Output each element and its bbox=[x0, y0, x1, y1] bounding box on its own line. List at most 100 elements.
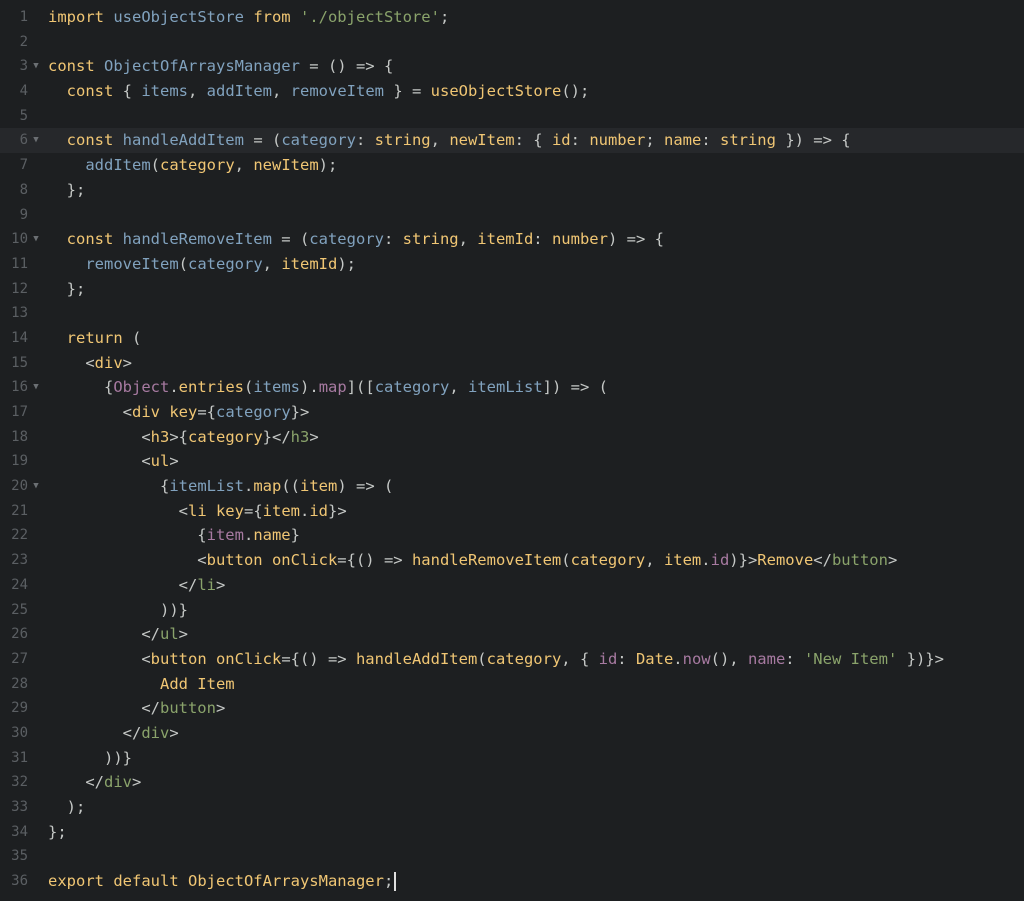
code-line[interactable]: 30 </div> bbox=[0, 721, 1024, 746]
code-line[interactable]: 24 </li> bbox=[0, 573, 1024, 598]
code-line[interactable]: 6 ▼ const handleAddItem = (category: stri… bbox=[0, 128, 1024, 154]
code-token: id bbox=[710, 551, 730, 570]
code-token: }; bbox=[48, 822, 67, 841]
fold-arrow-icon[interactable]: ▼ bbox=[31, 54, 41, 79]
code-line[interactable]: 26 </ul> bbox=[0, 622, 1024, 647]
code-token: , { bbox=[561, 649, 599, 668]
code-line[interactable]: 33 ); bbox=[0, 795, 1024, 820]
code-line[interactable]: 17 <div key={category}> bbox=[0, 400, 1024, 425]
code-line[interactable]: 16 ▼ {Object.entries(items).map]([categor… bbox=[0, 375, 1024, 400]
line-number: 35 bbox=[11, 848, 28, 865]
code-token: div key bbox=[132, 403, 198, 421]
code-token: ))} bbox=[48, 748, 132, 767]
line-text: {item.name} bbox=[48, 523, 300, 548]
code-line[interactable]: 3 ▼ const ObjectOfArraysManager = () => { bbox=[0, 54, 1024, 79]
code-token: . bbox=[243, 526, 254, 545]
code-line[interactable]: 21 <li key={item.id}> bbox=[0, 499, 1024, 524]
code-token: > bbox=[215, 575, 226, 594]
code-line[interactable]: 1 import useObjectStore from './objectSto… bbox=[0, 5, 1024, 30]
code-line[interactable]: 4 const { items, addItem, removeItem } =… bbox=[0, 79, 1024, 104]
line-number: 10 bbox=[11, 231, 28, 248]
code-line[interactable]: 32 </div> bbox=[0, 770, 1024, 795]
code-token: number bbox=[589, 131, 646, 150]
code-line[interactable]: 25 ))} bbox=[0, 598, 1024, 623]
code-area[interactable]: 1 import useObjectStore from './objectSto… bbox=[0, 5, 1024, 894]
code-line[interactable]: 19 <ul> bbox=[0, 449, 1024, 474]
line-text: {itemList.map((item) => ( bbox=[48, 474, 393, 499]
code-token: itemId bbox=[477, 230, 534, 249]
code-line[interactable]: 8 }; bbox=[0, 178, 1024, 203]
code-line[interactable]: 2 bbox=[0, 30, 1024, 55]
code-line[interactable]: 31 ))} bbox=[0, 746, 1024, 771]
line-number: 4 bbox=[19, 83, 28, 100]
line-text: </ul> bbox=[48, 622, 188, 647]
fold-arrow-icon[interactable]: ▼ bbox=[31, 128, 41, 153]
code-line[interactable]: 12 }; bbox=[0, 277, 1024, 302]
line-number: 14 bbox=[11, 329, 28, 346]
line-number: 22 bbox=[11, 527, 28, 544]
code-line[interactable]: 9 bbox=[0, 203, 1024, 228]
code-token: = ( bbox=[243, 131, 282, 150]
line-text: const ObjectOfArraysManager = () => { bbox=[48, 54, 393, 79]
code-line[interactable]: 23 <button onClick={() => handleRemoveIt… bbox=[0, 548, 1024, 573]
code-line[interactable]: 27 <button onClick={() => handleAddItem(… bbox=[0, 647, 1024, 672]
code-line[interactable]: 29 </button> bbox=[0, 696, 1024, 721]
code-token: > bbox=[169, 723, 179, 742]
line-number: 33 bbox=[11, 799, 28, 815]
code-token: , bbox=[645, 551, 664, 570]
code-line[interactable]: 14 return ( bbox=[0, 326, 1024, 351]
code-line[interactable]: 13 bbox=[0, 301, 1024, 326]
code-line[interactable]: 15 <div> bbox=[0, 351, 1024, 376]
code-line[interactable]: 35 bbox=[0, 844, 1024, 869]
code-token: h3 bbox=[150, 427, 170, 446]
code-token: }> bbox=[290, 403, 310, 421]
code-editor[interactable]: 1 import useObjectStore from './objectSto… bbox=[0, 0, 1024, 901]
code-token: , bbox=[262, 254, 282, 273]
code-token: ul bbox=[150, 452, 170, 471]
code-token: > bbox=[178, 625, 188, 644]
code-token: , bbox=[234, 156, 254, 175]
fold-arrow-icon[interactable]: ▼ bbox=[31, 375, 41, 400]
code-line[interactable]: 7 addItem(category, newItem); bbox=[0, 153, 1024, 178]
code-line[interactable]: 34}; bbox=[0, 820, 1024, 845]
code-token: const bbox=[48, 131, 123, 150]
code-token: , bbox=[272, 82, 291, 101]
line-text: </button> bbox=[48, 696, 225, 721]
code-token: Remove bbox=[757, 551, 814, 570]
code-line[interactable]: 28 Add Item bbox=[0, 672, 1024, 697]
fold-arrow-icon[interactable]: ▼ bbox=[31, 227, 41, 252]
code-token: const bbox=[48, 230, 123, 249]
code-token: ). bbox=[300, 378, 319, 397]
code-token: }; bbox=[48, 279, 86, 298]
code-line[interactable]: 22 {item.name} bbox=[0, 523, 1024, 548]
code-token: button onClick bbox=[150, 649, 282, 668]
line-number: 9 bbox=[19, 206, 28, 223]
code-token: handleAddItem bbox=[122, 131, 244, 150]
code-token: : bbox=[617, 649, 636, 668]
code-token: < bbox=[48, 403, 132, 421]
code-token: category bbox=[309, 230, 384, 249]
line-number: 21 bbox=[11, 502, 28, 519]
code-token: ]) => ( bbox=[542, 378, 608, 397]
code-line[interactable]: 11 removeItem(category, itemId); bbox=[0, 252, 1024, 277]
line-text: }; bbox=[48, 820, 67, 845]
code-token: ObjectOfArraysManager bbox=[104, 57, 300, 76]
code-token: map bbox=[318, 378, 347, 397]
line-number: 34 bbox=[11, 823, 28, 840]
code-token: = ( bbox=[271, 230, 310, 249]
code-line[interactable]: 36 export default ObjectOfArraysManager; bbox=[0, 869, 1024, 894]
line-number: 29 bbox=[11, 700, 28, 717]
code-token: ( bbox=[150, 156, 160, 175]
code-token: category bbox=[281, 131, 356, 150]
line-number: 20 bbox=[11, 478, 28, 495]
fold-arrow-icon[interactable]: ▼ bbox=[31, 474, 41, 499]
code-line[interactable]: 5 bbox=[0, 104, 1024, 129]
code-line[interactable]: 10 ▼ const handleRemoveItem = (category: … bbox=[0, 227, 1024, 252]
code-token: ( bbox=[561, 551, 571, 570]
code-token: return bbox=[48, 328, 132, 347]
code-line[interactable]: 18 <h3>{category}</h3> bbox=[0, 425, 1024, 450]
code-token: { bbox=[48, 378, 114, 397]
code-line[interactable]: 20 ▼ {itemList.map((item) => ( bbox=[0, 474, 1024, 499]
line-number: 6 bbox=[19, 132, 28, 149]
code-token: ; bbox=[383, 872, 394, 891]
